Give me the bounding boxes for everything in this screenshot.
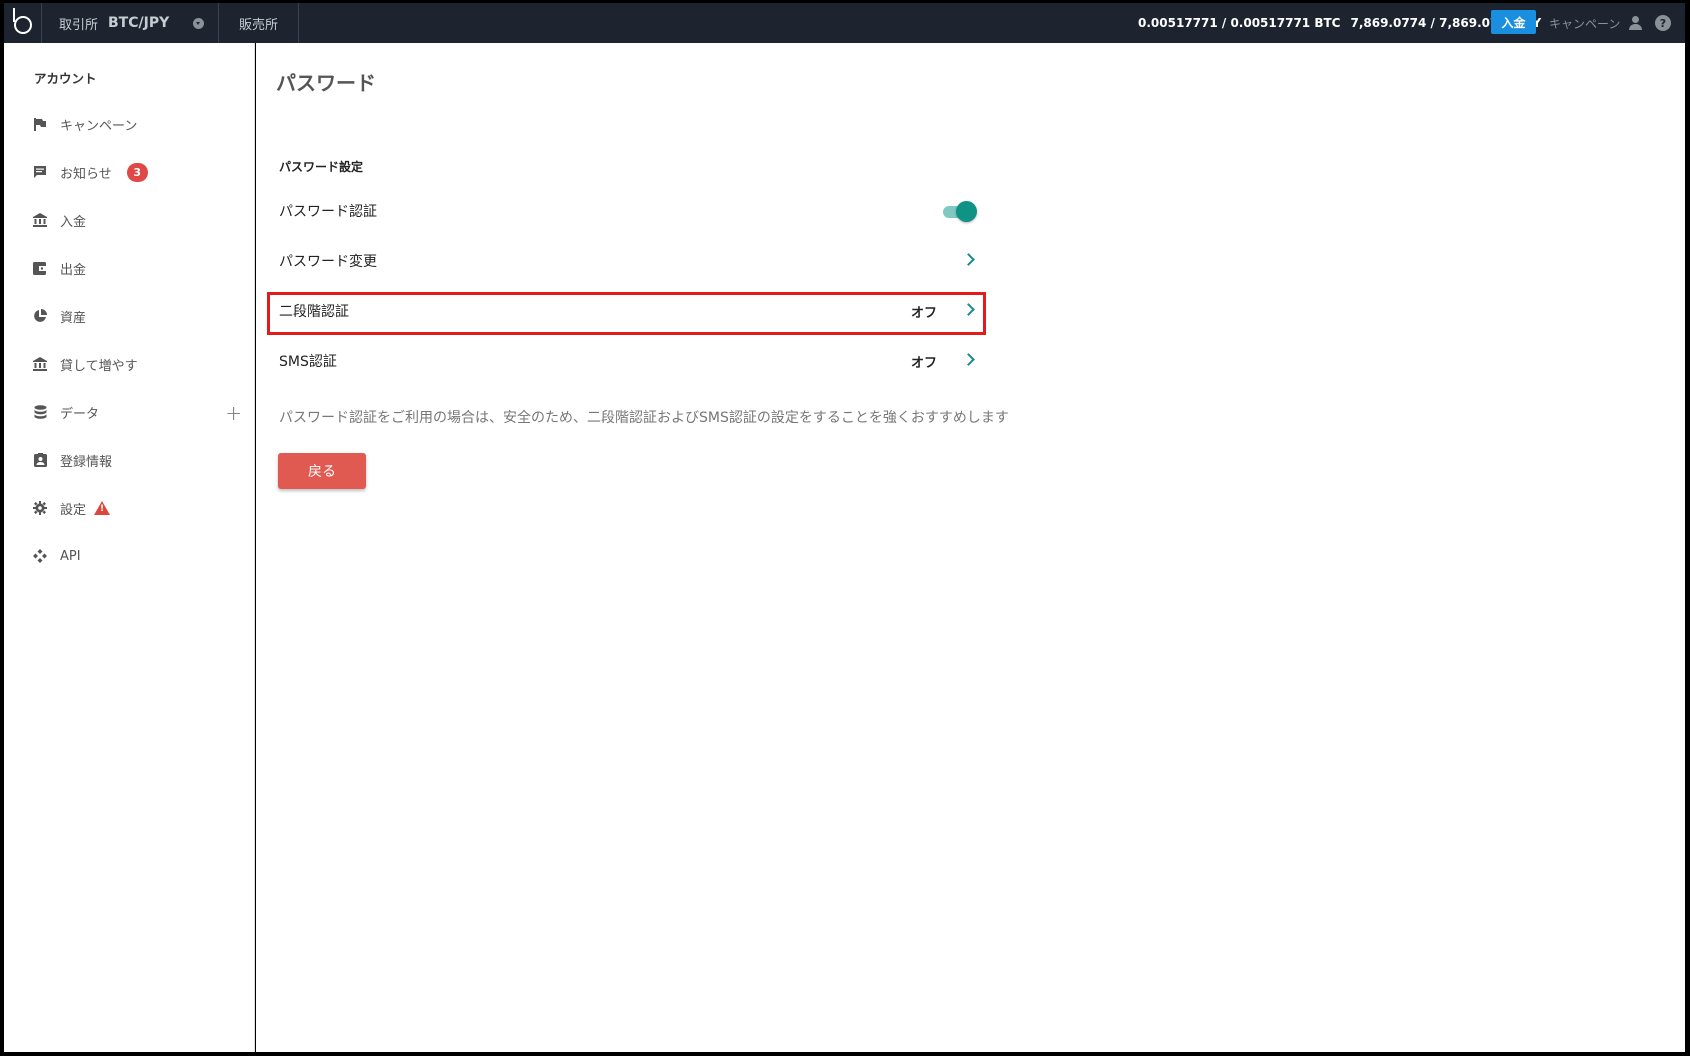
logo-icon (12, 8, 32, 34)
sidebar-item-label: 貸して増やす (60, 358, 138, 374)
chevron-down-icon[interactable] (193, 18, 204, 29)
password-change-row[interactable]: パスワード変更 (279, 241, 979, 281)
password-auth-toggle[interactable] (941, 201, 977, 222)
sidebar-item-label: データ (60, 406, 100, 422)
notification-badge: 3 (126, 162, 148, 182)
logo[interactable] (4, 3, 42, 43)
section-title: パスワード設定 (279, 160, 364, 174)
api-icon (32, 548, 48, 564)
highlight-box (267, 292, 986, 335)
sidebar-item-api[interactable]: API (32, 544, 242, 568)
row-label: パスワード認証 (279, 204, 377, 220)
message-icon (32, 164, 48, 180)
flag-icon (32, 116, 48, 132)
database-icon (32, 404, 48, 420)
sidebar-item-label: 資産 (60, 310, 87, 326)
sidebar-item-profile[interactable]: 登録情報 (32, 448, 242, 472)
bank-icon (32, 212, 48, 228)
id-card-icon (32, 452, 48, 468)
password-auth-row: パスワード認証 (279, 191, 979, 231)
expand-plus-icon[interactable]: + (225, 401, 242, 425)
sidebar-item-lending[interactable]: 貸して増やす (32, 352, 242, 376)
wallet-icon (32, 260, 48, 276)
gear-icon (32, 500, 48, 516)
balance-display: 0.00517771 / 0.00517771 BTC 7,869.0774 /… (1138, 3, 1541, 43)
sidebar-item-assets[interactable]: 資産 (32, 304, 242, 328)
deposit-button[interactable]: 入金 (1491, 10, 1536, 34)
balance-btc: 0.00517771 / 0.00517771 BTC (1138, 16, 1341, 30)
sidebar-item-settings[interactable]: 設定 ! (32, 496, 242, 520)
pie-chart-icon (32, 308, 48, 324)
user-icon[interactable] (1628, 14, 1644, 32)
sidebar-item-label: 設定 (60, 502, 87, 518)
sidebar-item-label: 出金 (60, 262, 87, 278)
sidebar-item-label: API (60, 548, 81, 564)
sidebar-heading: アカウント (34, 71, 97, 86)
sidebar-item-withdraw[interactable]: 出金 (32, 256, 242, 280)
sidebar-item-label: お知らせ (60, 166, 112, 182)
row-label: パスワード変更 (279, 254, 377, 270)
market-selector[interactable]: 取引所 BTC/JPY (43, 3, 219, 43)
top-bar: 取引所 BTC/JPY 販売所 0.00517771 / 0.00517771 … (4, 3, 1685, 43)
sidebar-item-label: 登録情報 (60, 454, 113, 470)
sidebar-item-deposit[interactable]: 入金 (32, 208, 242, 232)
bank-icon (32, 356, 48, 372)
pair-label: BTC/JPY (108, 15, 170, 31)
sidebar-item-news[interactable]: お知らせ 3 (32, 160, 242, 184)
sidebar-item-label: 入金 (60, 214, 87, 230)
back-button[interactable]: 戻る (278, 453, 366, 489)
chevron-right-icon (962, 253, 975, 266)
security-note: パスワード認証をご利用の場合は、安全のため、二段階認証およびSMS認証の設定をす… (279, 410, 1009, 426)
warning-icon: ! (94, 501, 111, 515)
campaign-link[interactable]: キャンペーン (1549, 3, 1620, 43)
warning-glyph: ! (100, 504, 105, 514)
sidebar-item-data[interactable]: データ + (32, 400, 242, 425)
sms-auth-row[interactable]: SMS認証 オフ (279, 341, 979, 381)
main-content: パスワード パスワード設定 パスワード認証 パスワード変更 二段階認証 オフ S… (256, 43, 1685, 1052)
market-label: 取引所 (59, 17, 99, 33)
status-value: オフ (910, 355, 937, 371)
sidebar: アカウント キャンペーン お知らせ 3 入金 出金 資産 貸して増やす データ … (4, 43, 255, 1052)
shop-link[interactable]: 販売所 (219, 3, 300, 43)
row-label: SMS認証 (279, 354, 337, 370)
help-icon[interactable]: ? (1655, 15, 1671, 31)
page-title: パスワード (276, 71, 376, 95)
chevron-right-icon (962, 353, 975, 366)
sidebar-item-label: キャンペーン (60, 118, 138, 134)
sidebar-item-campaign[interactable]: キャンペーン (32, 112, 242, 136)
toggle-knob (956, 201, 977, 222)
